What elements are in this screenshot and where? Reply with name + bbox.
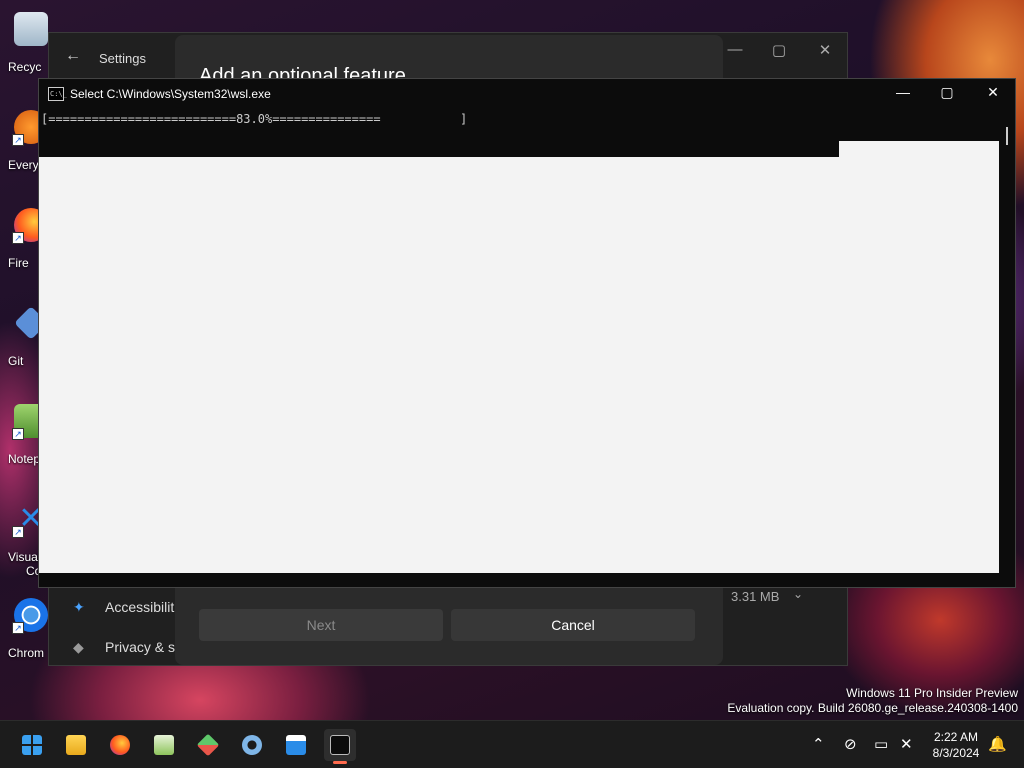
notepad-icon xyxy=(154,735,174,755)
next-button[interactable]: Next xyxy=(199,609,443,641)
taskbar-firefox[interactable] xyxy=(104,729,136,761)
evaluation-watermark: Windows 11 Pro Insider Preview Evaluatio… xyxy=(727,686,1018,716)
shortcut-arrow-icon: ↗ xyxy=(12,428,24,440)
sidebar-item-label: Accessibilit xyxy=(105,599,175,615)
terminal-icon xyxy=(330,735,350,755)
close-icon[interactable]: ✕ xyxy=(970,84,1016,101)
desktop-icon-label: Git xyxy=(8,354,24,368)
console-title: Select C:\Windows\System32\wsl.exe xyxy=(70,87,271,101)
display-icon[interactable]: ▭ xyxy=(874,735,888,753)
sidebar-item-privacy[interactable]: ◆ Privacy & s xyxy=(73,639,175,656)
shortcut-arrow-icon: ↗ xyxy=(12,526,24,538)
watermark-line-2: Evaluation copy. Build 26080.ge_release.… xyxy=(727,701,1018,715)
firefox-icon xyxy=(110,735,130,755)
taskbar-git[interactable] xyxy=(192,729,224,761)
clock-date: 8/3/2024 xyxy=(932,746,980,760)
sidebar-item-accessibility[interactable]: ✦ Accessibilit xyxy=(73,599,174,616)
feature-size: 3.31 MB xyxy=(731,589,780,604)
shield-icon: ◆ xyxy=(73,639,84,655)
shortcut-arrow-icon: ↗ xyxy=(12,622,24,634)
git-icon xyxy=(196,733,220,757)
wsl-console-window[interactable]: C:\_ Select C:\Windows\System32\wsl.exe … xyxy=(38,78,1016,588)
desktop-icon-label: Fire xyxy=(8,256,29,270)
clock-time: 2:22 AM xyxy=(933,730,979,744)
cancel-button[interactable]: Cancel xyxy=(451,609,695,641)
desktop-icon-label: Visual xyxy=(8,550,41,564)
maximize-icon[interactable]: ▢ xyxy=(924,84,970,101)
start-icon xyxy=(22,735,42,755)
watermark-line-1: Windows 11 Pro Insider Preview xyxy=(846,686,1018,700)
recycle-bin-icon xyxy=(14,12,48,46)
taskbar-file-explorer[interactable] xyxy=(60,729,92,761)
console-blank-area xyxy=(39,157,999,573)
desktop-icon-label: Every xyxy=(8,158,39,172)
sandbox-icon xyxy=(286,735,306,755)
desktop-icon-recycle-bin[interactable]: Recyc xyxy=(4,12,52,82)
scrollbar-thumb[interactable] xyxy=(1006,127,1008,145)
start-button[interactable] xyxy=(16,729,48,761)
volume-muted-icon[interactable]: ✕ xyxy=(900,735,913,753)
clock[interactable]: 2:22 AM 8/3/2024 xyxy=(920,729,992,761)
settings-app-title: Settings xyxy=(99,51,146,66)
taskbar-notepad[interactable] xyxy=(148,729,180,761)
console-icon: C:\_ xyxy=(48,87,67,101)
install-progress-text: [==========================83.0%========… xyxy=(41,112,468,126)
desktop-icon-chrome[interactable]: ↗ Chrom xyxy=(4,598,52,668)
maximize-icon[interactable]: ▢ xyxy=(769,41,789,59)
taskbar-settings[interactable] xyxy=(236,729,268,761)
minimize-icon[interactable]: — xyxy=(880,84,926,100)
console-blank-strip xyxy=(839,141,999,157)
notification-bell-icon[interactable]: 🔔 xyxy=(988,735,1007,753)
shortcut-arrow-icon: ↗ xyxy=(12,232,24,244)
file-explorer-icon xyxy=(66,735,86,755)
sidebar-item-label: Privacy & s xyxy=(105,639,176,655)
settings-icon xyxy=(242,735,262,755)
network-off-icon[interactable]: ⊘ xyxy=(844,735,857,753)
desktop-icon-label: Recyc xyxy=(8,60,42,74)
back-arrow-icon[interactable]: ← xyxy=(65,47,81,65)
taskbar-sandbox[interactable] xyxy=(280,729,312,761)
chevron-down-icon[interactable]: ⌄ xyxy=(793,587,803,601)
desktop-icon-label: Chrom xyxy=(8,646,45,660)
close-icon[interactable]: ✕ xyxy=(815,41,835,59)
chevron-up-icon[interactable]: ⌃ xyxy=(812,735,825,753)
taskbar-terminal[interactable] xyxy=(324,729,356,764)
shortcut-arrow-icon: ↗ xyxy=(12,134,24,146)
taskbar: ⌃ ⊘ ▭ ✕ 2:22 AM 8/3/2024 🔔 xyxy=(0,720,1024,768)
desktop-icon-label: Notep xyxy=(8,452,41,466)
accessibility-icon: ✦ xyxy=(73,599,85,615)
minimize-icon[interactable]: — xyxy=(725,41,745,58)
console-titlebar[interactable]: C:\_ Select C:\Windows\System32\wsl.exe … xyxy=(39,79,1015,109)
